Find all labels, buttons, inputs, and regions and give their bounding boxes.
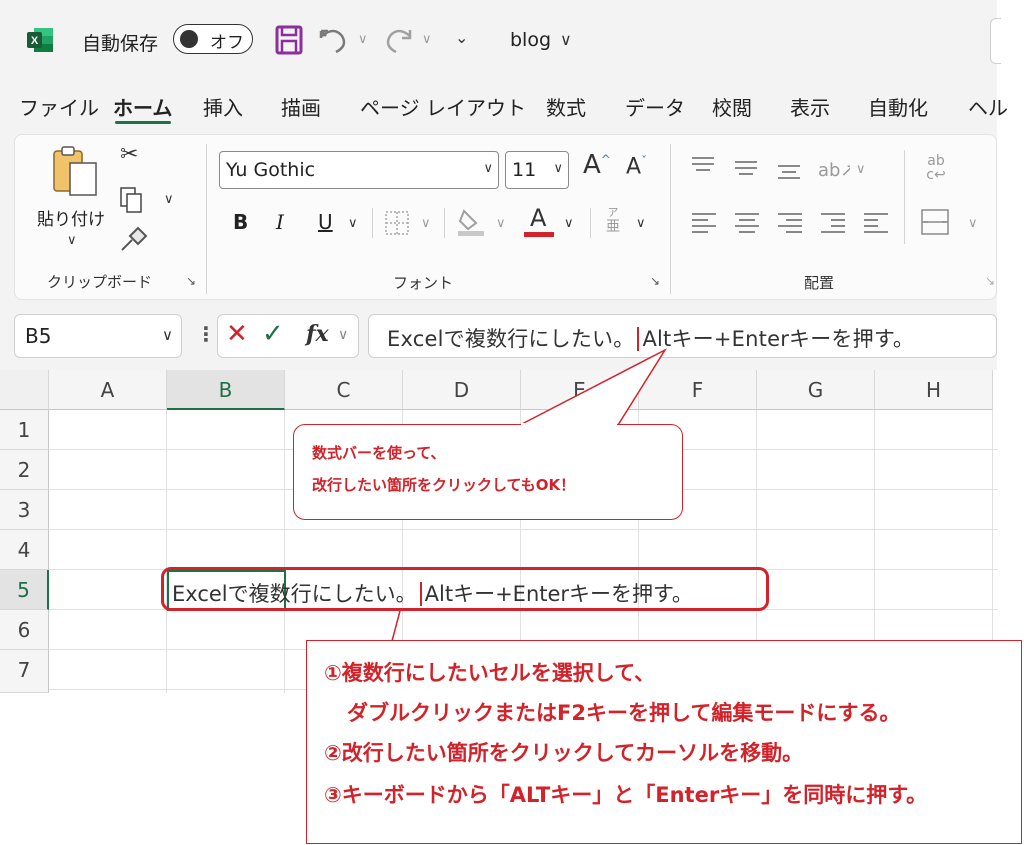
- step-1-line-1: ①複数行にしたいセルを選択して、: [324, 661, 656, 685]
- step-3: ③キーボードから「ALTキー」と「Enterキー」を同時に押す。: [324, 783, 928, 807]
- step-1-line-2: ダブルクリックまたはF2キーを押して編集モードにする。: [347, 701, 901, 725]
- callout-text: 数式バーを使って、 改行したい箇所をクリックしてもOK！: [312, 437, 575, 501]
- highlight-rectangle: [161, 567, 769, 611]
- instruction-box: ①複数行にしたいセルを選択して、 ダブルクリックまたはF2キーを押して編集モード…: [306, 640, 1022, 844]
- step-2: ②改行したい箇所をクリックしてカーソルを移動。: [324, 741, 804, 765]
- callout-line-1: 数式バーを使って、: [312, 444, 446, 462]
- callout-line-2: 改行したい箇所をクリックしてもOK！: [312, 476, 576, 494]
- bubble-tail-join: [521, 423, 617, 427]
